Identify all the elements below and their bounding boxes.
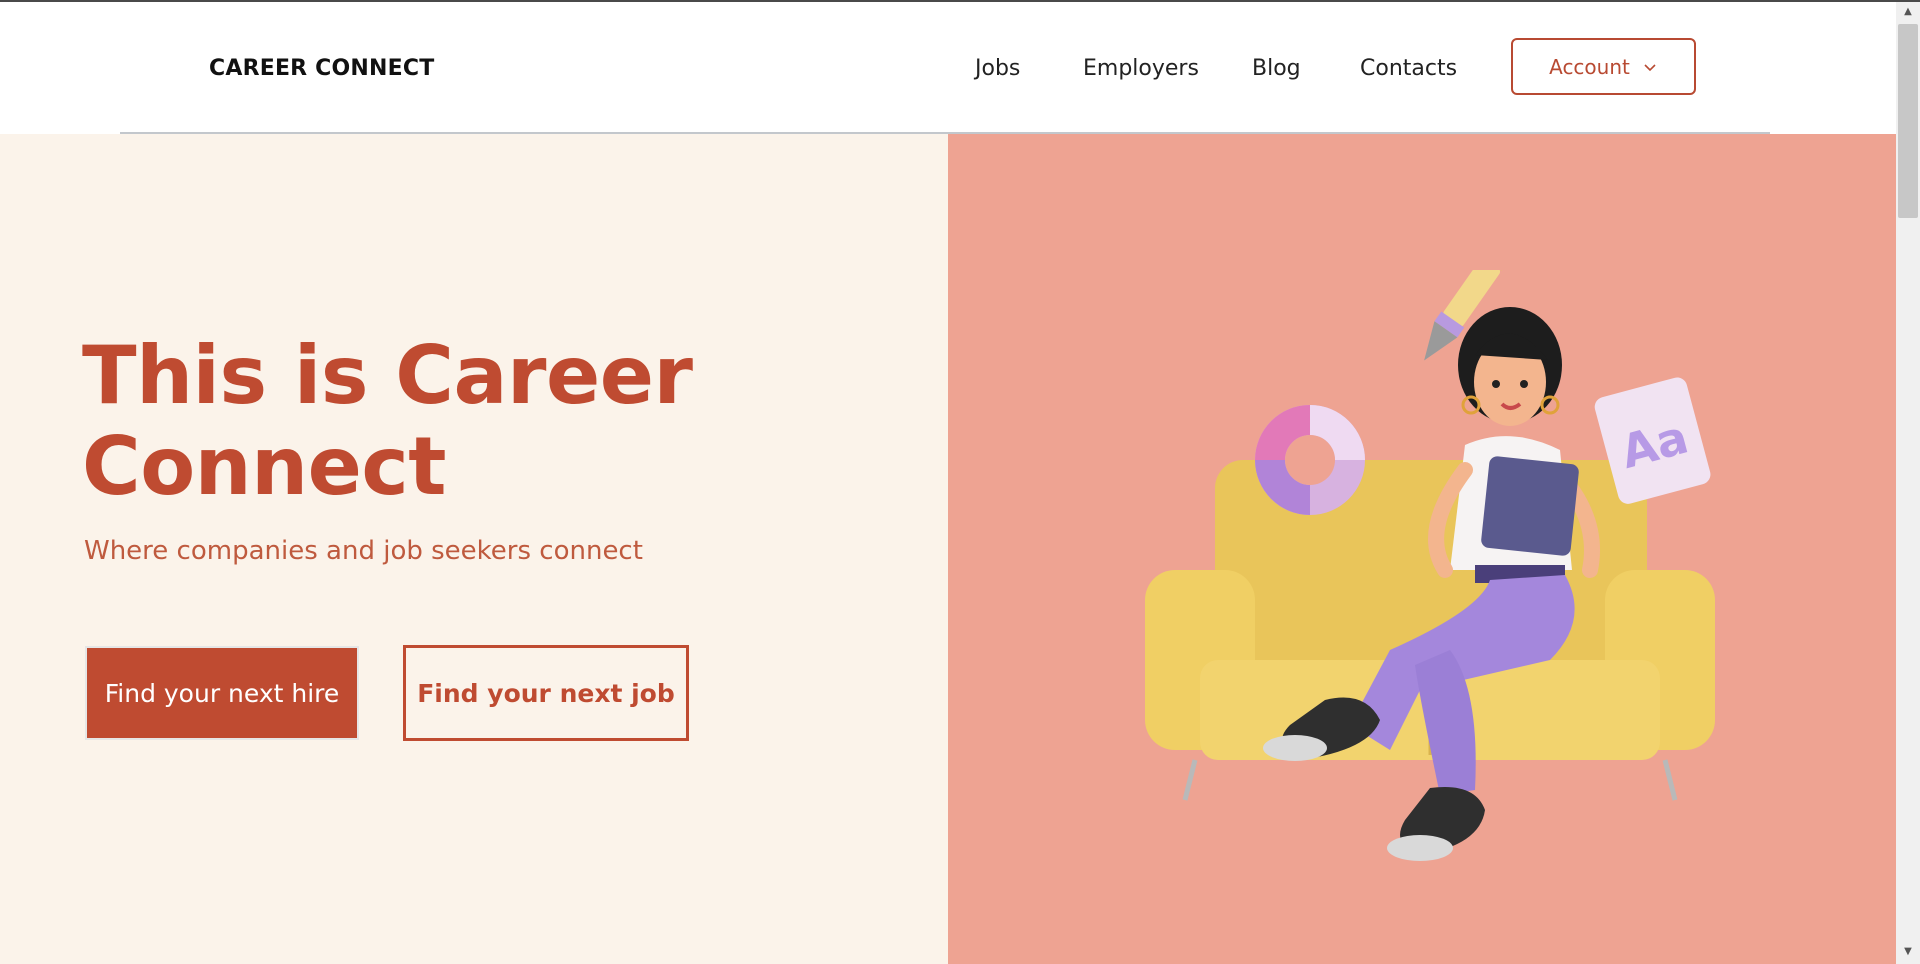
scroll-up-arrow-icon[interactable]: ▲ <box>1900 4 1916 20</box>
find-next-hire-button[interactable]: Find your next hire <box>85 646 359 740</box>
hero-title-line-1: This is Career <box>82 329 693 422</box>
hero-title-line-2: Connect <box>82 420 447 513</box>
donut-chart-icon <box>1255 405 1365 515</box>
hero-subtitle: Where companies and job seekers connect <box>84 536 643 566</box>
hero-title: This is Career Connect <box>82 329 693 513</box>
hero-illustration: Aa <box>1145 270 1715 861</box>
scrollbar-thumb[interactable] <box>1898 24 1918 218</box>
sofa-image <box>1145 460 1715 801</box>
nav-link-employers[interactable]: Employers <box>1083 56 1199 81</box>
site-logo[interactable]: CAREER CONNECT <box>209 56 434 81</box>
scroll-down-arrow-icon[interactable]: ▼ <box>1900 944 1916 960</box>
account-label: Account <box>1549 54 1630 79</box>
find-next-job-button[interactable]: Find your next job <box>403 645 689 741</box>
account-dropdown-button[interactable]: Account <box>1511 38 1696 95</box>
chevron-down-icon <box>1644 63 1656 71</box>
nav-link-blog[interactable]: Blog <box>1252 56 1301 81</box>
nav-link-contacts[interactable]: Contacts <box>1360 56 1457 81</box>
nav-link-jobs[interactable]: Jobs <box>975 56 1020 81</box>
